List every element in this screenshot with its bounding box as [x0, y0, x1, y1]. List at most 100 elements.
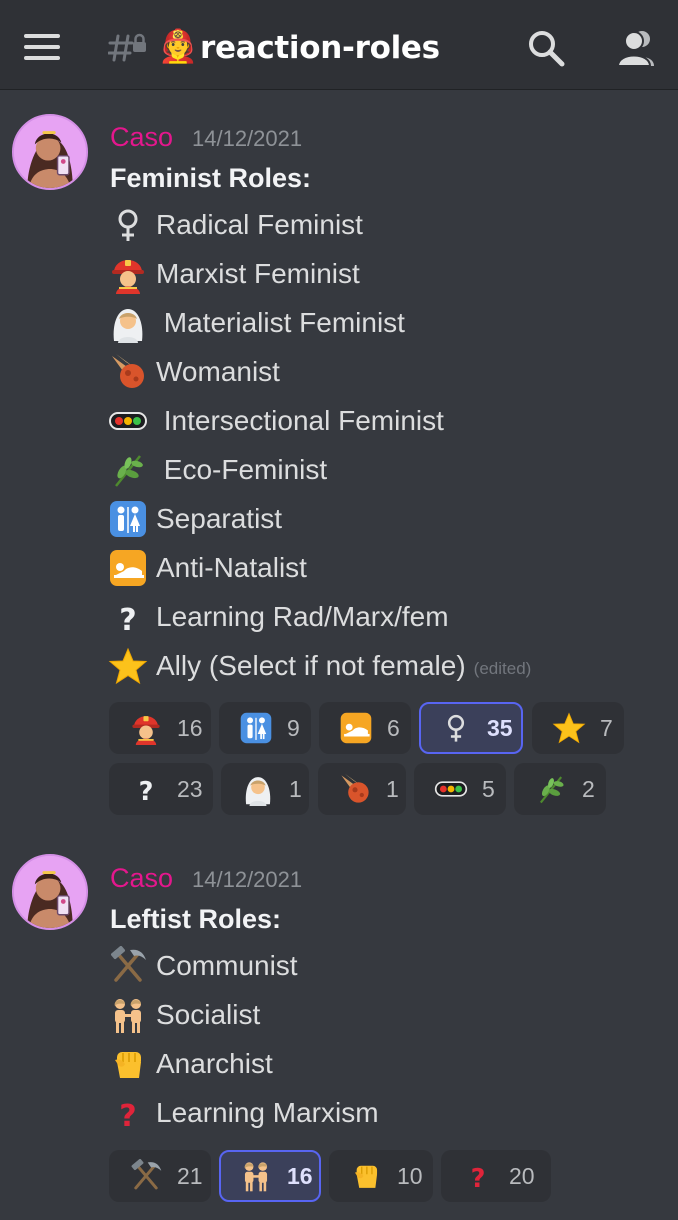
- reaction-button[interactable]: 9: [219, 702, 311, 754]
- role-line: Ally (Select if not female) (edited): [108, 644, 531, 688]
- role-line: Materialist Feminist: [108, 301, 405, 345]
- reaction-button[interactable]: 5: [414, 763, 506, 815]
- reaction-count: 7: [600, 714, 613, 741]
- role-line: Communist: [108, 944, 298, 988]
- female-sign-icon: [439, 711, 473, 745]
- role-label: Intersectional Feminist: [156, 405, 444, 436]
- reaction-count: 10: [397, 1162, 423, 1189]
- reaction-count: 23: [177, 775, 203, 802]
- firefighter-woman-icon: [108, 254, 148, 294]
- role-label: Materialist Feminist: [156, 307, 405, 338]
- white-question-icon: [129, 772, 163, 806]
- role-label: Learning Rad/Marx/fem: [156, 601, 449, 632]
- message-heading: Leftist Roles:: [110, 904, 282, 934]
- role-line: Learning Rad/Marx/fem: [108, 595, 449, 639]
- reaction-count: 1: [386, 775, 399, 802]
- bed-sleeping-icon: [339, 711, 373, 745]
- restroom-icon: [108, 499, 148, 539]
- reaction-count: 6: [387, 714, 400, 741]
- bed-sleeping-icon: [108, 548, 148, 588]
- avatar[interactable]: [12, 854, 88, 930]
- reaction-count: 9: [287, 714, 300, 741]
- raised-fist-icon: [349, 1159, 383, 1193]
- role-line: Socialist: [108, 993, 260, 1037]
- role-label: Marxist Feminist: [156, 258, 360, 289]
- avatar[interactable]: [12, 114, 88, 190]
- author-name[interactable]: Caso: [110, 861, 173, 895]
- star-icon: [108, 646, 148, 686]
- role-label: Womanist: [156, 356, 280, 387]
- reaction-button[interactable]: 1: [318, 763, 406, 815]
- search-icon[interactable]: [526, 28, 566, 68]
- two-people-icon: [108, 995, 148, 1035]
- role-label: Communist: [156, 950, 298, 981]
- reaction-button-selected[interactable]: 35: [419, 702, 523, 754]
- role-label: Anarchist: [156, 1048, 273, 1079]
- reaction-count: 35: [487, 714, 513, 741]
- restroom-icon: [239, 711, 273, 745]
- red-question-icon: [108, 1093, 148, 1133]
- raised-fist-icon: [108, 1044, 148, 1084]
- role-line: Radical Feminist: [108, 203, 363, 247]
- traffic-light-icon: [108, 401, 148, 441]
- role-label: Radical Feminist: [156, 209, 363, 240]
- reaction-button-selected[interactable]: 16: [219, 1150, 321, 1202]
- channel-header: 🧑‍🚒 reaction-roles: [0, 0, 678, 90]
- message-heading: Feminist Roles:: [110, 163, 312, 193]
- role-line: Intersectional Feminist: [108, 399, 444, 443]
- role-label: Eco-Feminist: [156, 454, 328, 485]
- hammer-pick-icon: [108, 946, 148, 986]
- members-icon[interactable]: [614, 28, 658, 68]
- author-name[interactable]: Caso: [110, 120, 173, 154]
- reaction-count: 16: [177, 714, 203, 741]
- herb-icon: [108, 450, 148, 490]
- meteor-icon: [108, 352, 148, 392]
- role-label: Anti-Natalist: [156, 552, 307, 583]
- reaction-count: 20: [509, 1162, 535, 1189]
- meteor-icon: [338, 772, 372, 806]
- edited-label: (edited): [473, 659, 532, 678]
- role-line: Learning Marxism: [108, 1091, 379, 1135]
- reaction-button[interactable]: 23: [109, 763, 213, 815]
- reaction-count: 21: [177, 1162, 203, 1189]
- channel-emoji: 🧑‍🚒: [158, 27, 198, 65]
- reaction-button[interactable]: 21: [109, 1150, 211, 1202]
- reaction-count: 16: [287, 1162, 313, 1189]
- two-people-icon: [239, 1159, 273, 1193]
- reaction-count: 1: [289, 775, 302, 802]
- channel-name[interactable]: reaction-roles: [200, 26, 440, 70]
- reaction-button[interactable]: 20: [441, 1150, 551, 1202]
- reaction-count: 2: [582, 775, 595, 802]
- female-sign-icon: [108, 205, 148, 245]
- role-line: Marxist Feminist: [108, 252, 360, 296]
- role-line: Womanist: [108, 350, 280, 394]
- white-question-icon: [108, 597, 148, 637]
- role-label: Learning Marxism: [156, 1097, 379, 1128]
- reaction-button[interactable]: 16: [109, 702, 211, 754]
- reaction-button[interactable]: 7: [532, 702, 624, 754]
- role-label: Ally (Select if not female): [156, 650, 466, 681]
- locked-channel-icon: [108, 33, 146, 62]
- reaction-button[interactable]: 1: [221, 763, 309, 815]
- role-label: Socialist: [156, 999, 261, 1030]
- star-icon: [552, 711, 586, 745]
- reaction-count: 5: [482, 775, 495, 802]
- firefighter-woman-icon: [129, 711, 163, 745]
- traffic-light-icon: [434, 772, 468, 806]
- role-line: Eco-Feminist: [108, 448, 327, 492]
- reaction-button[interactable]: 6: [319, 702, 411, 754]
- reaction-button[interactable]: 10: [329, 1150, 433, 1202]
- menu-icon[interactable]: [24, 34, 60, 60]
- bride-veil-icon: [241, 772, 275, 806]
- reaction-button[interactable]: 2: [514, 763, 606, 815]
- role-line: Separatist: [108, 497, 282, 541]
- message-timestamp: 14/12/2021: [192, 126, 303, 151]
- role-label: Separatist: [156, 503, 283, 534]
- hammer-pick-icon: [129, 1159, 163, 1193]
- message-timestamp: 14/12/2021: [192, 867, 303, 892]
- role-line: Anti-Natalist: [108, 546, 307, 590]
- bride-veil-icon: [108, 303, 148, 343]
- role-line: Anarchist: [108, 1042, 273, 1086]
- red-question-icon: [461, 1159, 495, 1193]
- herb-icon: [534, 772, 568, 806]
